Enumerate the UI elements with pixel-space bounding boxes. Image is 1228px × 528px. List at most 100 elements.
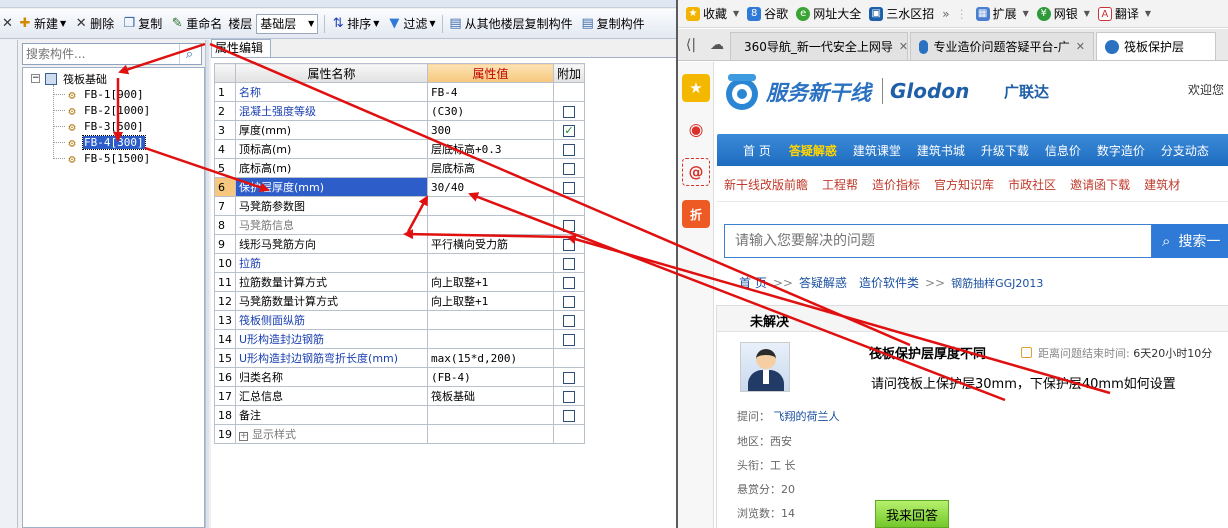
nav-bookstore[interactable]: 建筑书城 xyxy=(917,142,965,159)
translate-menu[interactable]: A 翻译 ▼ xyxy=(1097,5,1151,22)
collapse-icon[interactable]: − xyxy=(31,74,40,83)
tree-item[interactable]: ⚙ FB-5[1500] xyxy=(66,151,151,166)
delete-button[interactable]: ✕ 删除 xyxy=(70,12,118,36)
checkbox[interactable] xyxy=(563,390,575,403)
sort-button[interactable]: ⇅ 排序 ▼ xyxy=(327,12,383,36)
property-value-cell[interactable]: 向上取整+1 xyxy=(427,291,554,311)
favorites-star-icon[interactable]: ★ xyxy=(682,74,710,102)
nav-price-info[interactable]: 信息价 xyxy=(1045,142,1081,159)
subnav-item[interactable]: 造价指标 xyxy=(872,176,920,193)
property-value-cell[interactable]: FB-4 xyxy=(427,82,554,102)
checkbox[interactable] xyxy=(563,105,575,118)
property-value-cell[interactable]: (C30) xyxy=(427,101,554,121)
search-button[interactable]: ⌕ 搜索一 xyxy=(1152,224,1228,258)
checkbox[interactable] xyxy=(563,219,575,232)
breadcrumb-current[interactable]: 钢筋抽样GGJ2013 xyxy=(951,277,1043,290)
component-search-input[interactable] xyxy=(23,45,179,63)
property-value-cell[interactable]: 平行横向受力筋 xyxy=(427,234,554,254)
rename-button[interactable]: ✎ 重命名 xyxy=(166,12,226,36)
property-row[interactable]: 11 拉筋数量计算方式 向上取整+1 xyxy=(214,272,586,292)
back-icon[interactable]: ⟨| xyxy=(678,30,704,60)
property-value-cell[interactable]: 层底标高+0.3 xyxy=(427,139,554,159)
bookmark-url-directory[interactable]: e 网址大全 xyxy=(796,5,861,22)
property-row[interactable]: 8 马凳筋信息 xyxy=(214,215,586,235)
copy-from-floor-button[interactable]: ▤ 从其他楼层复制构件 xyxy=(445,12,577,36)
property-value-cell[interactable] xyxy=(427,424,554,444)
subnav-item[interactable]: 邀请函下载 xyxy=(1070,176,1130,193)
nav-qa[interactable]: 答疑解惑 xyxy=(789,142,837,159)
checkbox[interactable] xyxy=(563,276,575,289)
property-value-cell[interactable] xyxy=(427,310,554,330)
subnav-item[interactable]: 工程帮 xyxy=(822,176,858,193)
breadcrumb-item[interactable]: 造价软件类 xyxy=(859,276,919,290)
checkbox[interactable] xyxy=(563,409,575,422)
property-row[interactable]: 6 保护层厚度(mm) 30/40 xyxy=(214,177,586,197)
question-search-input[interactable] xyxy=(725,233,1145,249)
checkbox[interactable] xyxy=(563,295,575,308)
checkbox[interactable] xyxy=(563,181,575,194)
nav-branch-news[interactable]: 分支动态 xyxy=(1161,142,1209,159)
bookmark-favorites[interactable]: ★ 收藏 ▼ xyxy=(686,5,739,22)
close-icon[interactable]: ✕ xyxy=(899,40,907,53)
tree-item[interactable]: ⚙ FB-2[1000] xyxy=(66,103,151,118)
tree-item-selected[interactable]: ⚙ FB-4[300] xyxy=(66,135,146,150)
property-row[interactable]: 3 厚度(mm) 300 ✓ xyxy=(214,120,586,140)
breadcrumb-item[interactable]: 首 页 xyxy=(739,276,767,290)
browser-tab[interactable]: 360导航_新一代安全上网导 ✕ xyxy=(730,32,908,60)
property-row[interactable]: 19 + 显示样式 xyxy=(214,424,586,444)
property-row[interactable]: 15 U形构造封边钢筋弯折长度(mm) max(15*d,200) xyxy=(214,348,586,368)
subnav-item[interactable]: 建筑材 xyxy=(1144,176,1180,193)
subnav-item[interactable]: 官方知识库 xyxy=(934,176,994,193)
subnav-item[interactable]: 市政社区 xyxy=(1008,176,1056,193)
avatar[interactable] xyxy=(740,342,790,392)
bookmark-google[interactable]: 8 谷歌 xyxy=(747,5,788,22)
checkbox[interactable] xyxy=(563,238,575,251)
nav-classroom[interactable]: 建筑课堂 xyxy=(853,142,901,159)
copy-to-button[interactable]: ▤ 复制构件 xyxy=(577,12,649,36)
property-row[interactable]: 5 底标高(m) 层底标高 xyxy=(214,158,586,178)
checkbox[interactable] xyxy=(563,314,575,327)
filter-button[interactable]: ▼ 过滤 ▼ xyxy=(383,12,439,36)
property-row[interactable]: 16 归类名称 (FB-4) xyxy=(214,367,586,387)
tree-item[interactable]: ⚙ FB-1[900] xyxy=(66,87,145,102)
floor-select[interactable]: 基础层 ▼ xyxy=(256,13,319,34)
property-row[interactable]: 13 筏板侧面纵筋 xyxy=(214,310,586,330)
property-value-cell[interactable] xyxy=(427,329,554,349)
property-value-cell[interactable] xyxy=(427,253,554,273)
answer-button[interactable]: 我来回答 xyxy=(875,500,949,528)
property-row[interactable]: 7 马凳筋参数图 xyxy=(214,196,586,216)
property-value-cell[interactable]: 层底标高 xyxy=(427,158,554,178)
bookmark-sanshui[interactable]: ▣ 三水区招 xyxy=(869,5,934,22)
more-bookmarks-icon[interactable]: » xyxy=(942,7,949,21)
checkbox[interactable] xyxy=(563,162,575,175)
close-icon[interactable]: ✕ xyxy=(1076,40,1085,53)
new-button[interactable]: ✚ 新建 ▼ xyxy=(14,12,70,36)
property-row[interactable]: 1 名称 FB-4 xyxy=(214,82,586,102)
weibo-icon[interactable]: ◉ xyxy=(682,116,710,144)
property-value-cell[interactable]: 300 xyxy=(427,120,554,140)
browser-tab[interactable]: 专业造价问题答疑平台-广 ✕ xyxy=(910,32,1094,60)
online-banking-menu[interactable]: ¥ 网银 ▼ xyxy=(1036,5,1090,22)
property-row[interactable]: 17 汇总信息 筏板基础 xyxy=(214,386,586,406)
tab-property-edit[interactable]: 属性编辑 xyxy=(211,39,271,57)
property-value-cell[interactable] xyxy=(427,196,554,216)
mail-at-icon[interactable]: @ xyxy=(682,158,710,186)
copy-button[interactable]: ❐ 复制 xyxy=(118,12,166,36)
cloud-icon[interactable]: ☁ xyxy=(704,30,730,60)
search-icon[interactable]: ⌕ xyxy=(179,44,199,64)
checkbox[interactable] xyxy=(563,143,575,156)
property-value-cell[interactable]: max(15*d,200) xyxy=(427,348,554,368)
browser-tab-active[interactable]: 筏板保护层 xyxy=(1096,32,1216,60)
property-row[interactable]: 12 马凳筋数量计算方式 向上取整+1 xyxy=(214,291,586,311)
nav-home[interactable]: 首 页 xyxy=(743,142,771,159)
property-value-cell[interactable]: 向上取整+1 xyxy=(427,272,554,292)
property-value-cell[interactable] xyxy=(427,215,554,235)
checkbox[interactable] xyxy=(563,371,575,384)
property-row[interactable]: 4 顶标高(m) 层底标高+0.3 xyxy=(214,139,586,159)
property-value-cell[interactable]: (FB-4) xyxy=(427,367,554,387)
property-value-cell[interactable]: 30/40 xyxy=(427,177,554,197)
extensions-menu[interactable]: ▦ 扩展 ▼ xyxy=(975,5,1029,22)
property-row[interactable]: 18 备注 xyxy=(214,405,586,425)
nav-download[interactable]: 升级下载 xyxy=(981,142,1029,159)
checkbox[interactable] xyxy=(563,257,575,270)
